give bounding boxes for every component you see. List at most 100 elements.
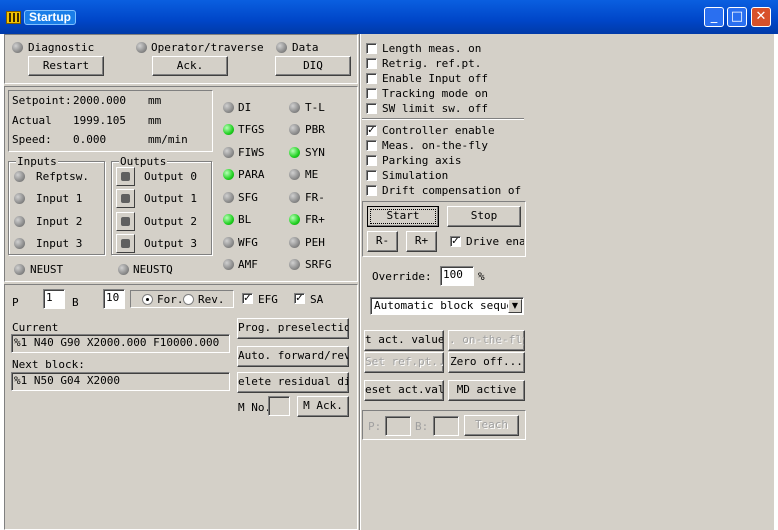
override-field[interactable]: 100 — [440, 266, 474, 286]
checkbox-controller-enable-label: Controller enable — [382, 124, 495, 137]
led-fr-plus — [289, 214, 300, 225]
speed-value: 0.000 — [73, 133, 107, 146]
m-no-field — [268, 396, 290, 416]
on-the-fly-label: . on-the-fly — [449, 333, 525, 346]
drive-enable-checkbox[interactable]: ✓ — [450, 236, 461, 247]
restart-button[interactable]: Restart — [28, 56, 104, 76]
checkbox-meas-on-fly-label: Meas. on-the-fly — [382, 139, 488, 152]
output-toggle-0[interactable] — [116, 167, 135, 186]
checkbox-simulation-label: Simulation — [382, 169, 449, 182]
ack-button-label: Ack. — [176, 59, 204, 72]
zero-off-button[interactable]: Zero off... — [448, 352, 525, 373]
b-field[interactable]: 10 — [103, 289, 125, 309]
led-pbr-label: PBR — [305, 123, 325, 136]
led-fiws-label: FIWS — [238, 146, 265, 159]
checkbox-simulation[interactable] — [366, 170, 377, 181]
radio-reverse[interactable] — [183, 294, 194, 305]
actual-unit: mm — [148, 114, 162, 127]
prog-preselection-button[interactable]: Prog. preselection — [237, 318, 349, 339]
led-sfg-label: SFG — [238, 191, 258, 204]
output-toggle-1[interactable] — [116, 189, 135, 208]
b-label: B — [72, 296, 79, 309]
led-srfg — [289, 259, 300, 270]
r-plus-label: R+ — [414, 234, 429, 247]
r-minus-label: R- — [375, 234, 390, 247]
input-label-1: Input 1 — [36, 192, 83, 205]
delete-residual-label: elete residual dist — [238, 375, 348, 388]
led-fr-plus-label: FR+ — [305, 213, 325, 226]
led-bl — [223, 214, 234, 225]
led-para-label: PARA — [238, 168, 265, 181]
teach-button[interactable]: Teach — [464, 415, 519, 436]
teach-b-label: B: — [415, 420, 429, 433]
maximize-button[interactable]: □ — [727, 7, 747, 27]
led-peh — [289, 237, 300, 248]
diagnostic-label: Diagnostic — [28, 41, 95, 54]
actual-label: Actual — [12, 114, 52, 127]
led-me-label: ME — [305, 168, 319, 181]
output-toggle-2[interactable] — [116, 212, 135, 231]
teach-p-field — [385, 416, 411, 436]
delete-residual-button[interactable]: elete residual dist — [237, 372, 349, 393]
led-amf-label: AMF — [238, 258, 258, 271]
app-icon — [6, 11, 21, 24]
r-minus-button[interactable]: R- — [367, 231, 398, 252]
title-bar: Startup _ □ ✕ — [0, 0, 778, 34]
input-label-2: Input 2 — [36, 215, 83, 228]
act-value-button[interactable]: t act. value. — [364, 330, 444, 351]
setpoint-label: Setpoint: — [12, 94, 72, 107]
data-label: Data — [292, 41, 319, 54]
drive-enable-label: Drive enal — [466, 235, 524, 248]
checkbox-retrig[interactable] — [366, 58, 377, 69]
checkbox-parking[interactable] — [366, 155, 377, 166]
close-button[interactable]: ✕ — [751, 7, 771, 27]
checkbox-controller-enable[interactable]: ✓ — [366, 125, 377, 136]
checkbox-length-meas[interactable] — [366, 43, 377, 54]
operator-led — [136, 42, 147, 53]
teach-b-field — [433, 416, 459, 436]
auto-forward-button[interactable]: Auto. forward/rev — [237, 346, 349, 367]
checkbox-sw-limit[interactable] — [366, 103, 377, 114]
sa-checkbox[interactable]: ✓ — [294, 293, 305, 304]
checkbox-meas-on-fly[interactable] — [366, 140, 377, 151]
input-led-2 — [14, 216, 25, 227]
p-field[interactable]: 1 — [43, 289, 65, 309]
sa-label: SA — [310, 293, 324, 306]
diq-button[interactable]: DIQ — [275, 56, 351, 76]
m-ack-label: M Ack. — [303, 399, 343, 412]
stop-button[interactable]: Stop — [447, 206, 521, 227]
checkbox-tracking-label: Tracking mode on — [382, 87, 488, 100]
output-label-0: Output 0 — [144, 170, 197, 183]
minimize-button[interactable]: _ — [704, 7, 724, 27]
speed-unit: mm/min — [148, 133, 188, 146]
neust-label: NEUST — [30, 263, 64, 276]
radio-forward[interactable] — [142, 294, 153, 305]
auto-forward-label: Auto. forward/rev — [238, 349, 349, 362]
m-ack-button[interactable]: M Ack. — [297, 396, 349, 417]
input-led-1 — [14, 193, 25, 204]
led-syn — [289, 147, 300, 158]
led-fr-minus-label: FR- — [305, 191, 325, 204]
ack-button[interactable]: Ack. — [152, 56, 228, 76]
radio-reverse-label: Rev. — [198, 293, 225, 306]
set-ref-button[interactable]: Set ref.pt... — [364, 352, 444, 373]
operator-label: Operator/traverse — [151, 41, 264, 54]
reset-act-val-button[interactable]: eset act.val. — [364, 380, 444, 401]
diagnostic-led — [12, 42, 23, 53]
checkbox-drift[interactable] — [366, 185, 377, 196]
panel-divider — [359, 34, 361, 530]
chevron-down-icon: ▼ — [508, 299, 522, 313]
mode-select[interactable]: Automatic block sequen ▼ — [370, 297, 524, 315]
md-active-button[interactable]: MD active — [448, 380, 525, 401]
r-plus-button[interactable]: R+ — [406, 231, 437, 252]
on-the-fly-button[interactable]: . on-the-fly — [448, 330, 525, 351]
checkbox-enable-input[interactable] — [366, 73, 377, 84]
efg-checkbox[interactable]: ✓ — [242, 293, 253, 304]
output-toggle-3[interactable] — [116, 234, 135, 253]
input-led-0 — [14, 171, 25, 182]
led-sfg — [223, 192, 234, 203]
led-tfgs-label: TFGS — [238, 123, 265, 136]
checkbox-sw-limit-label: SW limit sw. off — [382, 102, 488, 115]
start-button[interactable]: Start — [367, 206, 439, 227]
checkbox-tracking[interactable] — [366, 88, 377, 99]
